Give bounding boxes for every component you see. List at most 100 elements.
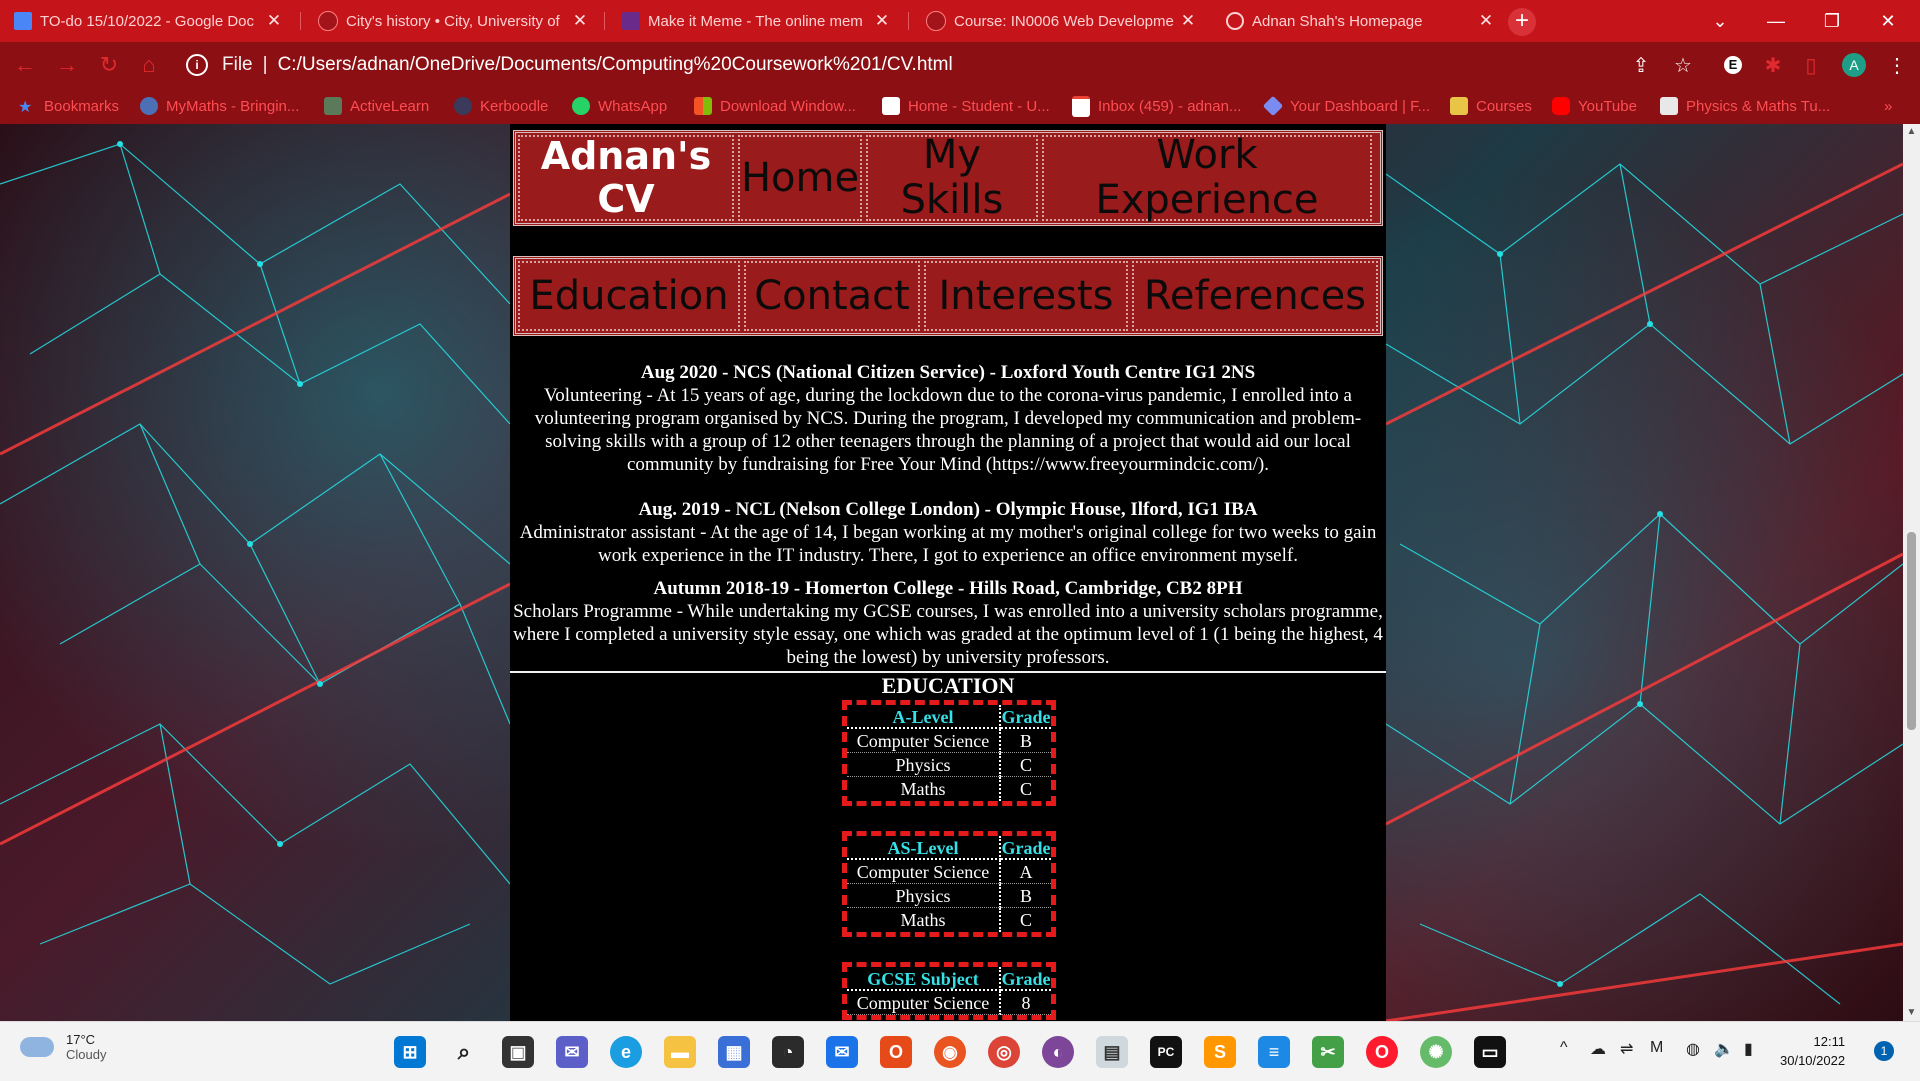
nav-link-references[interactable]: References xyxy=(1132,261,1378,331)
teams-chat-icon[interactable]: ✉ xyxy=(556,1036,588,1068)
bookmark-star-button[interactable]: ☆ xyxy=(1670,52,1696,78)
maximize-button[interactable]: ❐ xyxy=(1804,0,1860,42)
onedrive-icon[interactable]: ☁ xyxy=(1590,1039,1606,1059)
info-icon[interactable]: i xyxy=(186,54,208,76)
table-row: Computer Science B xyxy=(847,729,1051,753)
pycharm-icon[interactable]: PC xyxy=(1150,1036,1182,1068)
edge-icon[interactable]: e xyxy=(610,1036,642,1068)
notification-badge[interactable]: 1 xyxy=(1874,1041,1894,1061)
nav-link-contact[interactable]: Contact xyxy=(744,261,920,331)
share-button[interactable]: ⇪ xyxy=(1628,52,1654,78)
tor-icon[interactable]: ◐ xyxy=(1042,1036,1074,1068)
bookmark-item[interactable]: ActiveLearn xyxy=(324,95,429,117)
reload-button[interactable]: ↻ xyxy=(94,50,124,80)
table-header-row: GCSE Subject Grade xyxy=(847,967,1051,991)
terminal-icon[interactable]: ▭ xyxy=(1474,1036,1506,1068)
subject-cell: Physics xyxy=(847,884,1001,908)
cv-page: Adnan's CV Home My Skills Work Experienc… xyxy=(510,124,1386,1021)
nav-link-education[interactable]: Education xyxy=(518,261,740,331)
address-bar[interactable]: i File | C:/Users/adnan/OneDrive/Documen… xyxy=(172,48,1702,82)
bookmarks-overflow-button[interactable]: » xyxy=(1884,95,1892,117)
clock-app-icon[interactable]: ◔ xyxy=(772,1036,804,1068)
bookmark-item[interactable]: WhatsApp xyxy=(572,95,667,117)
minimize-button[interactable]: — xyxy=(1748,0,1804,42)
snip-icon[interactable]: ✂ xyxy=(1312,1036,1344,1068)
office-icon[interactable]: O xyxy=(880,1036,912,1068)
bookmark-item[interactable]: Courses xyxy=(1450,95,1532,117)
chrome-icon[interactable]: ◎ xyxy=(988,1036,1020,1068)
nav-table-secondary: Education Contact Interests References xyxy=(513,256,1383,336)
bookmark-item[interactable]: YouTube xyxy=(1552,95,1637,117)
opera-icon[interactable]: O xyxy=(1366,1036,1398,1068)
close-tab-icon[interactable]: ✕ xyxy=(265,11,283,31)
scrollbar-thumb[interactable] xyxy=(1907,532,1916,730)
home-button[interactable]: ⌂ xyxy=(134,50,164,80)
search-icon[interactable]: ⌕ xyxy=(448,1036,480,1068)
bookmark-item[interactable]: ★ Bookmarks xyxy=(18,95,119,117)
menu-button[interactable]: ⋮ xyxy=(1884,52,1910,78)
cloud-icon xyxy=(20,1037,54,1057)
url-text[interactable]: C:/Users/adnan/OneDrive/Documents/Comput… xyxy=(278,54,953,76)
scroll-down-icon[interactable]: ▼ xyxy=(1903,1005,1920,1021)
chevron-up-icon[interactable]: ^ xyxy=(1560,1039,1568,1057)
nav-link-work-experience[interactable]: Work Experience xyxy=(1042,133,1372,222)
arrow-right-icon: → xyxy=(56,52,78,77)
close-tab-icon[interactable]: ✕ xyxy=(571,11,589,31)
tab-make-it-meme[interactable]: Make it Meme - The online mem ✕ xyxy=(608,6,891,36)
back-button[interactable]: ← xyxy=(10,50,40,80)
globe-icon xyxy=(1226,12,1244,30)
tab-google-docs[interactable]: TO-do 15/10/2022 - Google Doc ✕ xyxy=(0,6,283,36)
bookmark-item[interactable]: Kerboodle xyxy=(454,95,548,117)
page-scrollbar[interactable]: ▲ ▼ xyxy=(1903,124,1920,1021)
table-header-cell: AS-Level xyxy=(847,836,1001,860)
bookmark-item[interactable]: Physics & Maths Tu... xyxy=(1660,95,1830,117)
bookmark-item[interactable]: Inbox (459) - adnan... xyxy=(1072,95,1241,117)
close-tab-icon[interactable]: ✕ xyxy=(1179,11,1197,31)
file-explorer-icon[interactable]: ▬ xyxy=(664,1036,696,1068)
extensions-button[interactable]: ✱ xyxy=(1760,52,1786,78)
sliders-icon[interactable]: ⇌ xyxy=(1620,1039,1633,1059)
sublime-icon[interactable]: S xyxy=(1204,1036,1236,1068)
task-view-icon[interactable]: ▣ xyxy=(502,1036,534,1068)
forward-button[interactable]: → xyxy=(52,50,82,80)
tab-city-history[interactable]: City's history • City, University of ✕ xyxy=(304,6,589,36)
battery-icon[interactable]: ▮ xyxy=(1744,1039,1753,1059)
files-icon[interactable]: ▤ xyxy=(1096,1036,1128,1068)
bookmark-item[interactable]: Your Dashboard | F... xyxy=(1262,95,1430,117)
globe-icon[interactable]: ◍ xyxy=(1686,1039,1700,1059)
close-tab-icon[interactable]: ✕ xyxy=(1477,11,1495,31)
gmail-icon xyxy=(1072,95,1090,117)
bookmark-item[interactable]: Home - Student - U... xyxy=(882,95,1050,117)
nav-link-home[interactable]: Home xyxy=(738,135,862,221)
start-icon[interactable]: ⊞ xyxy=(394,1036,426,1068)
weather-widget[interactable]: 17°C Cloudy xyxy=(20,1032,106,1062)
extension-grammarly-button[interactable]: E xyxy=(1720,52,1746,78)
bookmark-item[interactable]: Download Window... xyxy=(694,95,856,117)
table-row: Maths C xyxy=(847,908,1051,932)
scroll-up-icon[interactable]: ▲ xyxy=(1903,124,1920,140)
tab-course-in0006[interactable]: Course: IN0006 Web Developme ✕ xyxy=(912,6,1197,36)
speaker-muted-icon[interactable]: 🔈 xyxy=(1714,1039,1734,1059)
a-level-table: A-Level Grade Computer Science B Physics… xyxy=(842,700,1056,806)
close-window-button[interactable]: ✕ xyxy=(1860,0,1916,42)
notepad-icon[interactable]: ≡ xyxy=(1258,1036,1290,1068)
nav-link-my-skills[interactable]: My Skills xyxy=(866,133,1038,222)
gcse-table: GCSE Subject Grade Computer Science 8 xyxy=(842,962,1056,1020)
side-panel-button[interactable]: ▯ xyxy=(1798,52,1824,78)
new-tab-button[interactable]: + xyxy=(1508,8,1536,36)
mail-tray-icon[interactable]: M xyxy=(1650,1039,1663,1057)
atom-icon[interactable]: ✺ xyxy=(1420,1036,1452,1068)
ubuntu-icon[interactable]: ◉ xyxy=(934,1036,966,1068)
system-clock[interactable]: 12:11 30/10/2022 xyxy=(1780,1032,1845,1070)
store-icon[interactable]: ▦ xyxy=(718,1036,750,1068)
tab-search-button[interactable]: ⌄ xyxy=(1692,0,1748,42)
nav-link-interests[interactable]: Interests xyxy=(924,261,1128,331)
tab-adnan-homepage[interactable]: Adnan Shah's Homepage ✕ xyxy=(1212,6,1495,36)
tab-separator xyxy=(908,12,909,30)
bookmark-item[interactable]: MyMaths - Bringin... xyxy=(140,95,299,117)
profile-avatar[interactable]: A xyxy=(1842,53,1866,77)
mail-icon[interactable]: ✉ xyxy=(826,1036,858,1068)
close-tab-icon[interactable]: ✕ xyxy=(873,11,891,31)
kerboodle-icon xyxy=(454,97,472,115)
share-icon: ⇪ xyxy=(1632,54,1650,77)
